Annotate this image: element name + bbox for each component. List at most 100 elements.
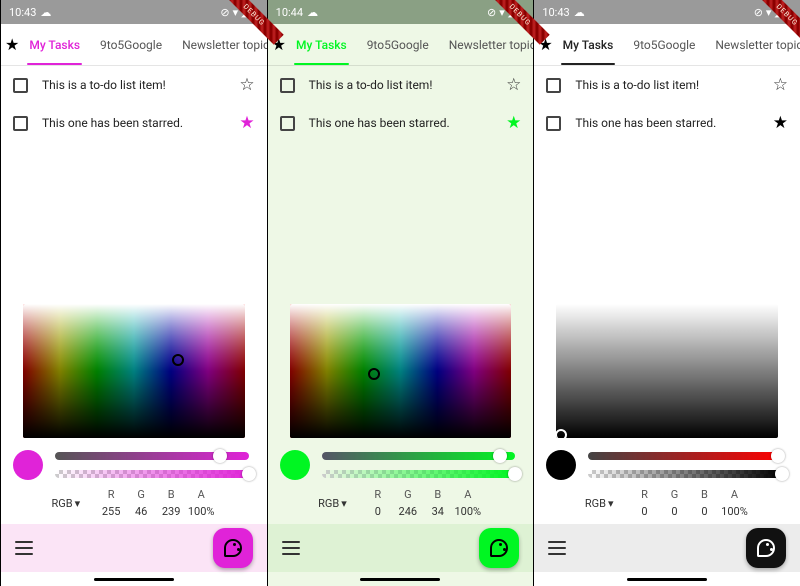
- tab-9to5google[interactable]: 9to5Google: [90, 24, 172, 65]
- channel-header: A: [186, 488, 216, 501]
- alpha-slider[interactable]: [588, 470, 782, 478]
- channel-value: 46: [126, 505, 156, 518]
- chevron-down-icon: ▾: [341, 497, 347, 510]
- alpha-gradient: [322, 470, 516, 478]
- tab-9to5google[interactable]: 9to5Google: [357, 24, 439, 65]
- mode-label: RGB: [318, 497, 339, 510]
- controls-row: [268, 438, 534, 480]
- tab-newsletter[interactable]: Newsletter topics: [172, 24, 267, 65]
- channel-header: B: [689, 488, 719, 501]
- picker-cursor[interactable]: [368, 368, 380, 380]
- tab-newsletter[interactable]: Newsletter topics: [705, 24, 800, 65]
- tab-my-tasks[interactable]: My Tasks: [553, 24, 624, 65]
- tab-starred-icon[interactable]: ★: [5, 35, 19, 54]
- todo-text: This one has been starred.: [42, 116, 225, 130]
- channel-header: B: [156, 488, 186, 501]
- channel-header: R: [363, 488, 393, 501]
- alpha-gradient: [55, 470, 249, 478]
- spacer: [534, 142, 800, 304]
- star-icon[interactable]: ★: [773, 113, 788, 133]
- nav-pill: [627, 578, 707, 581]
- star-icon[interactable]: ☆: [239, 75, 254, 95]
- checkbox[interactable]: [13, 116, 28, 131]
- nav-pill: [360, 578, 440, 581]
- mode-dropdown[interactable]: RGB ▾: [318, 497, 347, 510]
- todo-row[interactable]: This is a to-do list item! ☆: [268, 66, 534, 104]
- palette-fab[interactable]: [213, 528, 253, 568]
- channel-header: R: [629, 488, 659, 501]
- slider-thumb[interactable]: [242, 467, 256, 481]
- todo-row[interactable]: This one has been starred. ★: [534, 104, 800, 142]
- channel-header: R: [96, 488, 126, 501]
- palette-fab[interactable]: [746, 528, 786, 568]
- color-field[interactable]: [23, 304, 245, 438]
- alpha-slider[interactable]: [322, 470, 516, 478]
- star-icon[interactable]: ★: [506, 113, 521, 133]
- hue-slider[interactable]: [322, 452, 516, 460]
- picker-cursor[interactable]: [172, 354, 184, 366]
- slider-thumb[interactable]: [508, 467, 522, 481]
- chevron-down-icon: ▾: [608, 497, 614, 510]
- status-time: 10:43: [9, 6, 36, 19]
- tab-my-tasks[interactable]: My Tasks: [286, 24, 357, 65]
- checkbox[interactable]: [546, 116, 561, 131]
- todo-row[interactable]: This is a to-do list item! ☆: [534, 66, 800, 104]
- tab-newsletter[interactable]: Newsletter topics: [439, 24, 534, 65]
- palette-icon: [224, 539, 242, 557]
- star-icon[interactable]: ☆: [773, 75, 788, 95]
- nav-pill: [94, 578, 174, 581]
- todo-text: This one has been starred.: [309, 116, 492, 130]
- hue-slider[interactable]: [588, 452, 782, 460]
- slider-thumb[interactable]: [771, 449, 785, 463]
- screen-1: 10:44 ☁ ⊘ ▾ ◢ ▮ DEBUG ★ My Tasks 9to5Goo…: [267, 0, 534, 586]
- channel-header: B: [423, 488, 453, 501]
- controls-row: [1, 438, 267, 480]
- menu-button[interactable]: [282, 541, 300, 555]
- todo-row[interactable]: This one has been starred. ★: [268, 104, 534, 142]
- palette-icon: [757, 539, 775, 557]
- todo-list: This is a to-do list item! ☆ This one ha…: [534, 66, 800, 142]
- todo-text: This is a to-do list item!: [42, 78, 225, 92]
- status-dnd-icon: ⊘: [220, 6, 229, 19]
- checkbox[interactable]: [280, 78, 295, 93]
- picker-cursor[interactable]: [556, 429, 566, 438]
- todo-row[interactable]: This is a to-do list item! ☆: [1, 66, 267, 104]
- tab-my-tasks[interactable]: My Tasks: [19, 24, 90, 65]
- channel-value: 255: [96, 505, 126, 518]
- color-field[interactable]: [290, 304, 512, 438]
- slider-thumb[interactable]: [213, 449, 227, 463]
- checkbox[interactable]: [280, 116, 295, 131]
- palette-fab[interactable]: [479, 528, 519, 568]
- screen-0: 10:43 ☁ ⊘ ▾ ◢ ▮ DEBUG ★ My Tasks 9to5Goo…: [0, 0, 267, 586]
- checkbox[interactable]: [13, 78, 28, 93]
- menu-button[interactable]: [15, 541, 33, 555]
- menu-button[interactable]: [548, 541, 566, 555]
- alpha-slider[interactable]: [55, 470, 249, 478]
- tab-row: ★ My Tasks 9to5Google Newsletter topics …: [534, 24, 800, 66]
- mode-dropdown[interactable]: RGB ▾: [52, 497, 81, 510]
- hue-slider[interactable]: [55, 452, 249, 460]
- status-cloud-icon: ☁: [40, 6, 51, 19]
- channel-header: G: [659, 488, 689, 501]
- todo-row[interactable]: This one has been starred. ★: [1, 104, 267, 142]
- star-icon[interactable]: ★: [239, 113, 254, 133]
- mode-dropdown[interactable]: RGB ▾: [585, 497, 614, 510]
- color-swatch: [546, 450, 576, 480]
- black-overlay: [23, 304, 245, 438]
- gesture-bar: [1, 572, 267, 586]
- gesture-bar: [534, 572, 800, 586]
- controls-row: [534, 438, 800, 480]
- slider-thumb[interactable]: [775, 467, 789, 481]
- todo-text: This is a to-do list item!: [575, 78, 758, 92]
- color-field[interactable]: [556, 304, 778, 438]
- checkbox[interactable]: [546, 78, 561, 93]
- mode-label: RGB: [52, 497, 73, 510]
- color-swatch: [280, 450, 310, 480]
- tab-9to5google[interactable]: 9to5Google: [623, 24, 705, 65]
- gesture-bar: [268, 572, 534, 586]
- star-icon[interactable]: ☆: [506, 75, 521, 95]
- chevron-down-icon: ▾: [75, 497, 81, 510]
- status-time: 10:44: [276, 6, 303, 19]
- color-picker: [534, 304, 800, 438]
- slider-thumb[interactable]: [493, 449, 507, 463]
